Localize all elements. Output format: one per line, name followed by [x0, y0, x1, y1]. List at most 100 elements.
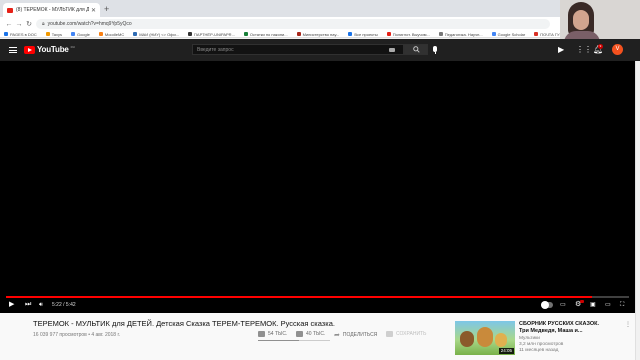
microphone-icon[interactable] [433, 46, 437, 54]
bookmark-item[interactable]: ПОЧТА ГУПЛ [534, 32, 560, 37]
close-tab-icon[interactable]: ✕ [91, 7, 96, 14]
recommendation-title[interactable]: СБОРНИК РУССКИХ СКАЗОК. Три Медведя, Маш… [519, 321, 623, 335]
recommendation-title-line1: СБОРНИК РУССКИХ СКАЗОК. [519, 321, 599, 327]
bookmark-item[interactable]: Taxys [45, 31, 62, 37]
autoplay-toggle[interactable] [541, 301, 553, 309]
back-icon[interactable]: ← [4, 21, 14, 28]
bookmark-item[interactable]: Педагогика. Научн... [438, 31, 483, 37]
bookmark-label: ПОЧТА ГУПЛ [540, 31, 560, 37]
volume-icon[interactable]: 🔊︎ [39, 300, 43, 310]
apps-icon[interactable]: ⋮⋮ [576, 45, 592, 54]
thumbs-up-icon [258, 331, 265, 337]
save-button[interactable]: СОХРАНИТЬ [386, 331, 426, 337]
search-input[interactable]: Введите запрос [192, 44, 404, 55]
bookmark-favicon-icon [98, 32, 103, 36]
dislike-count: 40 ТЫС. [306, 331, 326, 337]
bookmark-item[interactable]: Министерство нау... [296, 31, 340, 37]
like-button[interactable]: 54 ТЫС. [258, 331, 287, 337]
bookmark-item[interactable]: Google Scholar [491, 31, 526, 37]
bookmark-label: Остатки по накопи... [249, 31, 288, 37]
dislike-button[interactable]: 40 ТЫС. [296, 331, 325, 337]
bookmark-favicon-icon [133, 32, 138, 36]
tab-title: (8) ТЕРЕМОК - МУЛЬТИК для Д... [16, 7, 89, 13]
bookmark-label: Министерство нау... [302, 31, 340, 37]
forward-icon[interactable]: → [14, 21, 24, 28]
bookmark-favicon-icon [45, 32, 50, 36]
upload-date: 4 авг. 2018 г. [91, 332, 121, 338]
recommendation-channel[interactable]: Мультики [519, 336, 540, 341]
bookmark-item[interactable]: МАИ (НИУ) <> Офи... [133, 32, 179, 37]
more-options-icon[interactable]: ⋮ [625, 321, 631, 328]
youtube-wordmark: YouTube [37, 45, 69, 54]
bookmark-favicon-icon [386, 32, 391, 36]
play-icon[interactable]: ▶ [9, 300, 14, 310]
player-controls: ▶ ⏭︎ 🔊︎ 5:22 / 5:42 ▭ ⚙ ▣ ▭ ⛶ [0, 300, 635, 311]
bookmark-label: МАИ (НИУ) <> Офи... [139, 31, 180, 37]
page-scrollbar[interactable] [635, 61, 640, 360]
recommendation-duration: 24:05 [498, 348, 514, 354]
create-video-icon[interactable]: ▶︎ [558, 45, 564, 54]
screen: (8) ТЕРЕМОК - МУЛЬТИК для Д... ✕ + ← → ↻… [0, 0, 640, 360]
save-label: СОХРАНИТЬ [396, 331, 427, 337]
menu-icon[interactable] [9, 47, 17, 53]
bookmark-favicon-icon [70, 32, 75, 36]
search-button[interactable] [404, 44, 428, 55]
url-input[interactable]: 🔒︎ youtube.com/watch?v=hmq9Yp5yQco [36, 19, 550, 29]
time-display: 5:22 / 5:42 [52, 302, 76, 308]
like-count: 54 ТЫС. [268, 331, 288, 337]
webcam-overlay [560, 0, 640, 40]
bookmark-item[interactable]: Google [70, 31, 90, 37]
bookmark-item[interactable]: Все проекты [348, 31, 378, 37]
recommendation-views: 3,2 млн просмотров [519, 342, 564, 347]
recommendation-thumbnail[interactable]: 24:05 [455, 321, 515, 355]
fullscreen-icon[interactable]: ⛶ [620, 300, 624, 310]
video-info: ТЕРЕМОК - МУЛЬТИК для ДЕТЕЙ. Детская Ска… [0, 313, 635, 360]
bookmark-label: Google [76, 31, 90, 37]
video-meta: 16 039 977 просмотров • 4 авг. 2018 г. [33, 332, 121, 338]
bookmark-label: Педагогика. Научн... [444, 31, 483, 37]
share-arrow-icon: ➦ [334, 332, 340, 339]
hd-badge [580, 300, 584, 303]
reload-icon[interactable]: ↻ [24, 20, 34, 28]
bookmark-item[interactable]: PAGES в DOC [4, 32, 37, 37]
bookmark-label: Taxys [51, 31, 62, 37]
sentiment-likes [258, 340, 300, 341]
share-button[interactable]: ➦ ПОДЕЛИТЬСЯ [334, 331, 377, 339]
address-bar: ← → ↻ 🔒︎ youtube.com/watch?v=hmq9Yp5yQco [0, 17, 560, 31]
new-tab-icon[interactable]: + [104, 4, 109, 14]
browser-tabstrip: (8) ТЕРЕМОК - МУЛЬТИК для Д... ✕ + [0, 0, 560, 17]
bookmark-favicon-icon [188, 32, 193, 36]
youtube-header: YouTube RU Введите запрос ▶︎ ⋮⋮ 🔔︎ 9 V [0, 39, 640, 61]
bookmarks-bar: PAGES в DOC Taxys Google MoodleMC МАИ (НИУ) … [0, 31, 560, 38]
video-title: ТЕРЕМОК - МУЛЬТИК для ДЕТЕЙ. Детская Ска… [33, 319, 335, 328]
time-current: 5:22 [52, 302, 62, 308]
bookmark-label: Все проекты [354, 31, 378, 37]
youtube-logo[interactable]: YouTube RU [24, 45, 75, 54]
bookmark-item[interactable]: Полиглот. Выучим... [386, 32, 430, 37]
bookmark-item[interactable]: ПАРТНЁР-UNIPAPR... [188, 32, 235, 37]
video-player[interactable]: ▶ ⏭︎ 🔊︎ 5:22 / 5:42 ▭ ⚙ ▣ ▭ ⛶ [0, 61, 635, 313]
lock-icon: 🔒︎ [42, 21, 45, 27]
bookmark-label: PAGES в DOC [10, 31, 37, 37]
bookmark-label: Google Scholar [497, 31, 526, 37]
youtube-play-icon [24, 45, 35, 54]
browser-tab[interactable]: (8) ТЕРЕМОК - МУЛЬТИК для Д... ✕ [3, 3, 100, 17]
bookmark-label: ПАРТНЁР-UNIPAPR... [194, 31, 235, 37]
avatar[interactable]: V [612, 44, 623, 55]
progress-bar[interactable] [6, 296, 629, 298]
recommendation-age: 11 месяцев назад [519, 348, 559, 353]
theater-mode-icon[interactable]: ▭ [605, 300, 611, 310]
progress-played [6, 296, 592, 298]
time-total: 5:42 [65, 302, 76, 308]
next-icon[interactable]: ⏭︎ [25, 300, 31, 310]
keyboard-icon[interactable] [389, 48, 395, 52]
bookmark-item[interactable]: MoodleMC [98, 32, 124, 37]
recommendation-title-line2: Три Медведя, Маша и... [519, 328, 583, 334]
sentiment-bar [258, 340, 330, 341]
bookmark-favicon-icon [438, 32, 443, 36]
bookmark-favicon-icon [4, 32, 8, 36]
youtube-favicon-icon [7, 7, 13, 13]
miniplayer-icon[interactable]: ▣ [590, 300, 596, 310]
subtitles-icon[interactable]: ▭ [560, 300, 566, 310]
bookmark-item[interactable]: Остатки по накопи... [243, 31, 288, 37]
